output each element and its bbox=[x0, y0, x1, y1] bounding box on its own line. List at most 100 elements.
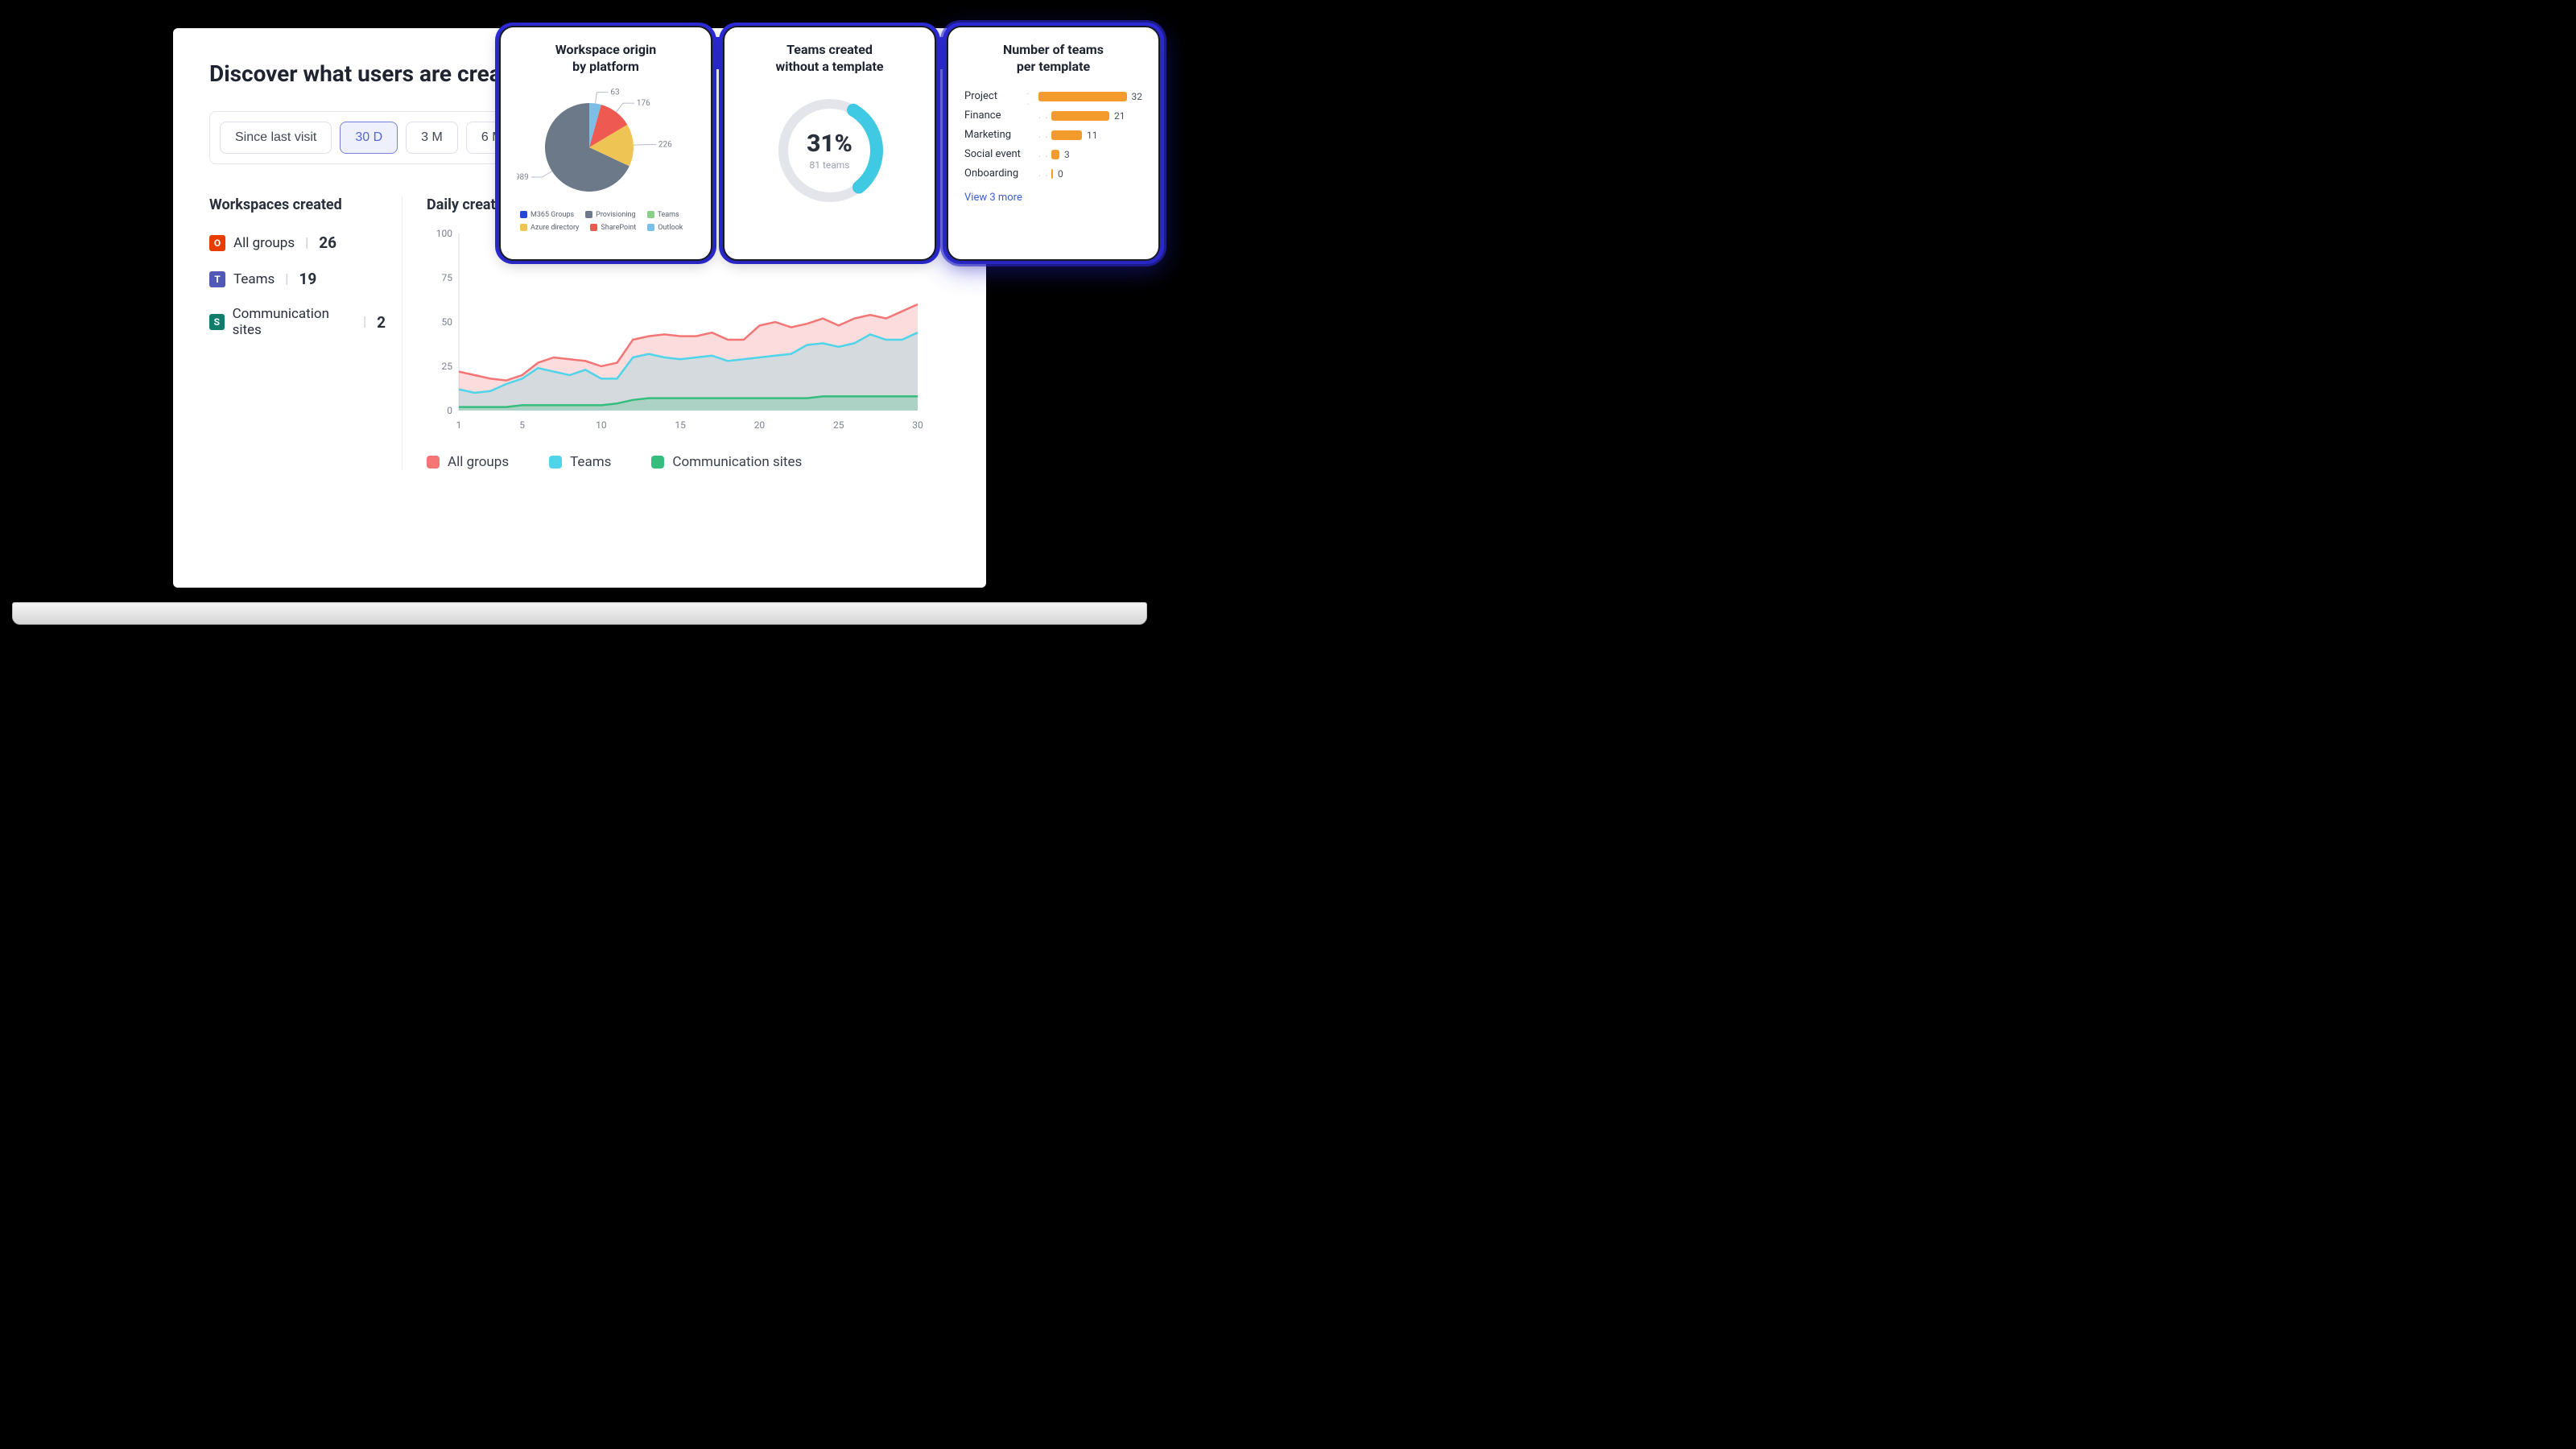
legend-swatch-red bbox=[427, 456, 440, 469]
divider: | bbox=[305, 235, 308, 251]
workspace-origin-pie: 98922617663 bbox=[517, 87, 698, 200]
stat-label: Teams bbox=[233, 271, 275, 287]
divider: | bbox=[285, 271, 288, 287]
bar-dots: . . bbox=[1038, 130, 1051, 140]
card-teams-without-template: Teams created without a template 31% 81 … bbox=[723, 26, 936, 261]
stat-count: 19 bbox=[299, 270, 316, 288]
bar-track: 0 bbox=[1051, 168, 1142, 180]
bar-label: Finance bbox=[964, 109, 1038, 122]
donut-percent: 31% bbox=[807, 130, 852, 158]
stat-row-all-groups: O All groups | 26 bbox=[209, 233, 386, 252]
legend-label: All groups bbox=[448, 454, 509, 470]
legend-swatch bbox=[520, 224, 527, 231]
stat-label: Communication sites bbox=[233, 306, 353, 338]
template-bar-row: Marketing . . 11 bbox=[964, 126, 1142, 145]
bar-value: 3 bbox=[1064, 149, 1070, 160]
bar-fill bbox=[1051, 150, 1059, 159]
svg-text:15: 15 bbox=[675, 419, 686, 431]
laptop-base bbox=[12, 602, 1147, 625]
bar-track: 32 bbox=[1038, 91, 1143, 102]
workspaces-summary-panel: Workspaces created O All groups | 26 T T… bbox=[209, 196, 402, 470]
svg-text:50: 50 bbox=[442, 316, 453, 328]
legend-label: Azure directory bbox=[530, 224, 579, 232]
daily-creation-legend: All groups Teams Communication sites bbox=[427, 454, 950, 470]
range-30d[interactable]: 30 D bbox=[340, 122, 398, 154]
legend-label: Teams bbox=[570, 454, 611, 470]
bar-track: 21 bbox=[1051, 110, 1142, 122]
legend-label: Teams bbox=[658, 211, 679, 219]
legend-label: Provisioning bbox=[596, 211, 635, 219]
bar-track: 3 bbox=[1051, 149, 1142, 160]
svg-text:20: 20 bbox=[754, 419, 766, 431]
bar-value: 32 bbox=[1132, 91, 1143, 102]
legend-swatch bbox=[647, 211, 654, 218]
donut-subtext: 81 teams bbox=[810, 159, 850, 171]
legend-label: Outlook bbox=[658, 224, 683, 232]
legend-label: SharePoint bbox=[601, 224, 636, 232]
title-line: Teams created bbox=[786, 42, 873, 57]
legend-label: Communication sites bbox=[672, 454, 802, 470]
svg-text:10: 10 bbox=[596, 419, 607, 431]
legend-swatch bbox=[590, 224, 597, 231]
title-line: without a template bbox=[775, 59, 883, 74]
bar-dots: . . bbox=[1027, 86, 1038, 107]
bar-fill bbox=[1051, 111, 1109, 121]
card-title: Workspace origin by platform bbox=[517, 42, 695, 76]
title-line: by platform bbox=[572, 59, 639, 74]
title-line: per template bbox=[1017, 59, 1090, 74]
svg-text:1: 1 bbox=[456, 419, 462, 431]
stat-count: 26 bbox=[319, 233, 336, 252]
bar-fill bbox=[1038, 92, 1127, 101]
pie-legend: M365 Groups Provisioning Teams Azure dir… bbox=[517, 211, 695, 232]
template-bar-row: Finance . . 21 bbox=[964, 106, 1142, 126]
legend-teams: Teams bbox=[549, 454, 611, 470]
bar-label: Social event bbox=[964, 148, 1038, 160]
svg-text:25: 25 bbox=[442, 361, 453, 372]
title-line: Workspace origin bbox=[555, 42, 656, 57]
bar-dots: . . bbox=[1038, 110, 1051, 121]
legend-swatch bbox=[520, 211, 527, 218]
stat-row-communication-sites: S Communication sites | 2 bbox=[209, 306, 386, 338]
template-bar-row: Onboarding . . 0 bbox=[964, 164, 1142, 184]
template-bar-row: Social event . . 3 bbox=[964, 145, 1142, 164]
card-workspace-origin: Workspace origin by platform 98922617663… bbox=[499, 26, 712, 261]
teams-icon: T bbox=[209, 271, 225, 287]
view-more-link[interactable]: View 3 more bbox=[964, 192, 1142, 204]
svg-text:5: 5 bbox=[519, 419, 525, 431]
template-bar-row: Project . . 32 bbox=[964, 87, 1142, 106]
bar-value: 11 bbox=[1087, 130, 1098, 141]
sharepoint-icon: S bbox=[209, 314, 225, 330]
bar-dots: . . bbox=[1038, 149, 1051, 159]
bar-label: Marketing bbox=[964, 129, 1038, 141]
bar-dots: . . bbox=[1038, 168, 1051, 179]
svg-text:100: 100 bbox=[436, 228, 452, 239]
legend-all-groups: All groups bbox=[427, 454, 509, 470]
svg-text:75: 75 bbox=[442, 272, 453, 283]
range-3m[interactable]: 3 M bbox=[406, 122, 458, 154]
divider: | bbox=[363, 314, 366, 330]
template-bar-list: Project . . 32 Finance . . 21 Marketing … bbox=[964, 87, 1142, 184]
stat-row-teams: T Teams | 19 bbox=[209, 270, 386, 288]
stat-label: All groups bbox=[233, 235, 295, 251]
legend-swatch-green bbox=[651, 456, 664, 469]
office-icon: O bbox=[209, 235, 225, 251]
card-title: Number of teams per template bbox=[964, 42, 1142, 76]
time-range-toolbar: Since last visit 30 D 3 M 6 M bbox=[209, 111, 529, 164]
svg-text:63: 63 bbox=[610, 88, 619, 97]
bar-label: Onboarding bbox=[964, 167, 1038, 180]
bar-value: 0 bbox=[1058, 168, 1063, 180]
bar-value: 21 bbox=[1114, 110, 1125, 122]
bar-fill bbox=[1051, 169, 1053, 179]
stat-count: 2 bbox=[377, 313, 386, 332]
svg-text:0: 0 bbox=[447, 405, 452, 416]
range-since-last-visit[interactable]: Since last visit bbox=[220, 122, 332, 154]
legend-swatch-cyan bbox=[549, 456, 562, 469]
legend-label: M365 Groups bbox=[530, 211, 574, 219]
legend-swatch bbox=[585, 211, 592, 218]
svg-text:226: 226 bbox=[658, 140, 672, 149]
legend-communication-sites: Communication sites bbox=[651, 454, 802, 470]
bar-fill bbox=[1051, 130, 1082, 140]
card-title: Teams created without a template bbox=[741, 42, 919, 76]
svg-text:176: 176 bbox=[637, 99, 650, 108]
svg-text:25: 25 bbox=[833, 419, 844, 431]
